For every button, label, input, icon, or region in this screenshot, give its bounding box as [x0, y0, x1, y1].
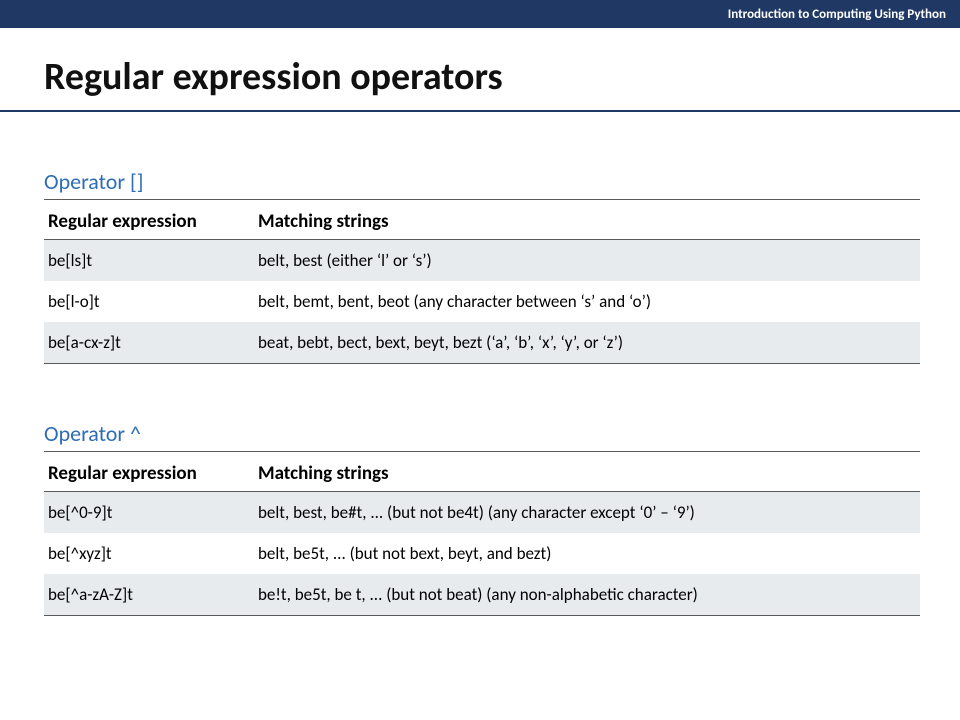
col-header-match: Matching strings [254, 456, 920, 492]
cell-regex: be[^a-zA-Z]t [44, 574, 254, 616]
table-caret: Regular expression Matching strings be[^… [44, 456, 920, 616]
cell-regex: be[^xyz]t [44, 533, 254, 574]
table-row: be[a-cx-z]t beat, bebt, bect, bext, beyt… [44, 322, 920, 364]
cell-regex: be[^0-9]t [44, 492, 254, 534]
col-header-regex: Regular expression [44, 204, 254, 240]
cell-match: belt, best (either ‘l’ or ‘s’) [254, 240, 920, 282]
header-bar: Introduction to Computing Using Python [0, 0, 960, 28]
table-row: be[l-o]t belt, bemt, bent, beot (any cha… [44, 281, 920, 322]
cell-regex: be[l-o]t [44, 281, 254, 322]
cell-regex: be[a-cx-z]t [44, 322, 254, 364]
course-label: Introduction to Computing Using Python [728, 7, 946, 22]
table-bracket: Regular expression Matching strings be[l… [44, 204, 920, 364]
cell-regex: be[ls]t [44, 240, 254, 282]
table-row: be[^0-9]t belt, best, be#t, ... (but not… [44, 492, 920, 534]
slide-title: Regular expression operators [0, 28, 960, 112]
cell-match: belt, be5t, ... (but not bext, beyt, and… [254, 533, 920, 574]
cell-match: beat, bebt, bect, bext, beyt, bezt (‘a’,… [254, 322, 920, 364]
col-header-match: Matching strings [254, 204, 920, 240]
table-header-row: Regular expression Matching strings [44, 456, 920, 492]
section-label-caret: Operator ^ [44, 420, 920, 452]
col-header-regex: Regular expression [44, 456, 254, 492]
table-row: be[^a-zA-Z]t be!t, be5t, be t, ... (but … [44, 574, 920, 616]
cell-match: belt, bemt, bent, beot (any character be… [254, 281, 920, 322]
table-row: be[^xyz]t belt, be5t, ... (but not bext,… [44, 533, 920, 574]
cell-match: be!t, be5t, be t, ... (but not beat) (an… [254, 574, 920, 616]
table-header-row: Regular expression Matching strings [44, 204, 920, 240]
section-label-bracket: Operator [] [44, 168, 920, 200]
table-row: be[ls]t belt, best (either ‘l’ or ‘s’) [44, 240, 920, 282]
slide-content: Operator [] Regular expression Matching … [0, 168, 960, 616]
cell-match: belt, best, be#t, ... (but not be4t) (an… [254, 492, 920, 534]
